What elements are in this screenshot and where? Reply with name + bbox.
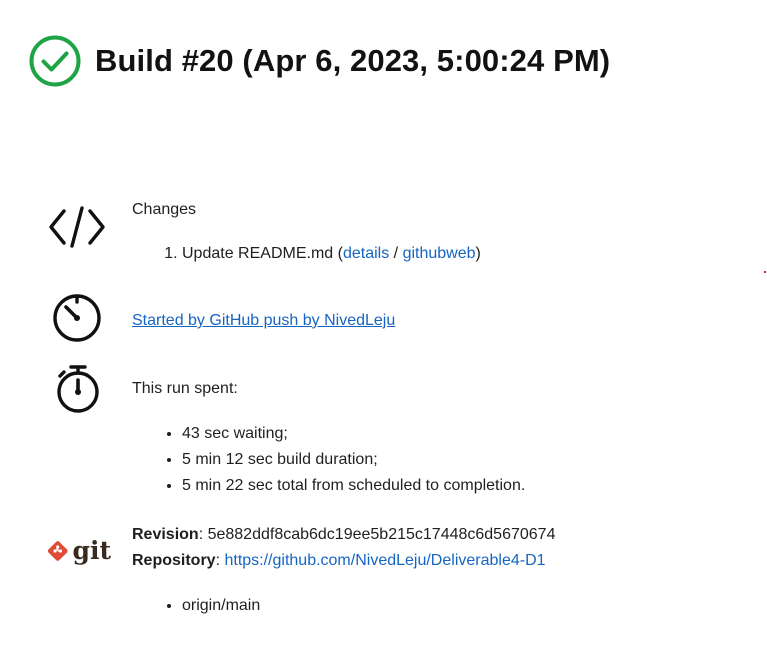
revision-row: Revision: 5e882ddf8cab6dc19ee5b215c17448… bbox=[132, 526, 555, 544]
revision-label: Revision bbox=[132, 526, 199, 543]
page-title: Build #20 (Apr 6, 2023, 5:00:24 PM) bbox=[95, 43, 611, 78]
timer-icon bbox=[53, 294, 101, 342]
build-header: Build #20 (Apr 6, 2023, 5:00:24 PM) bbox=[29, 35, 610, 87]
stopwatch-icon bbox=[57, 365, 99, 413]
git-diamond-icon bbox=[47, 541, 68, 561]
code-icon bbox=[49, 206, 105, 248]
stray-dot bbox=[764, 271, 766, 273]
git-logo-icon: git bbox=[47, 536, 111, 566]
githubweb-link[interactable]: githubweb bbox=[403, 245, 476, 262]
list-item: 5 min 12 sec build duration; bbox=[182, 447, 525, 473]
list-item: 43 sec waiting; bbox=[182, 421, 525, 447]
link-separator: / bbox=[393, 245, 399, 262]
trigger-link[interactable]: Started by GitHub push by NivedLeju bbox=[132, 312, 395, 330]
check-circle-icon bbox=[29, 35, 81, 87]
list-item: origin/main bbox=[182, 593, 260, 619]
changes-heading: Changes bbox=[132, 201, 197, 218]
repository-label: Repository bbox=[132, 552, 216, 569]
timing-list: 43 sec waiting; 5 min 12 sec build durat… bbox=[158, 421, 525, 499]
list-item: Update README.md (details / githubweb) bbox=[182, 245, 481, 263]
timing-heading: This run spent: bbox=[132, 380, 238, 397]
details-link[interactable]: details bbox=[343, 245, 389, 262]
revision-value: 5e882ddf8cab6dc19ee5b215c17448c6d5670674 bbox=[207, 526, 556, 543]
branch-list: origin/main bbox=[158, 593, 260, 619]
revision-colon: : bbox=[198, 526, 208, 543]
git-logo-text: git bbox=[72, 536, 111, 565]
list-item: 5 min 22 sec total from scheduled to com… bbox=[182, 473, 525, 499]
change-message: Update README.md bbox=[182, 245, 334, 262]
repository-link[interactable]: https://github.com/NivedLeju/Deliverable… bbox=[224, 552, 545, 569]
repository-row: Repository: https://github.com/NivedLeju… bbox=[132, 552, 546, 570]
changes-list: Update README.md (details / githubweb) bbox=[158, 245, 481, 263]
paren-close: ) bbox=[475, 245, 481, 262]
